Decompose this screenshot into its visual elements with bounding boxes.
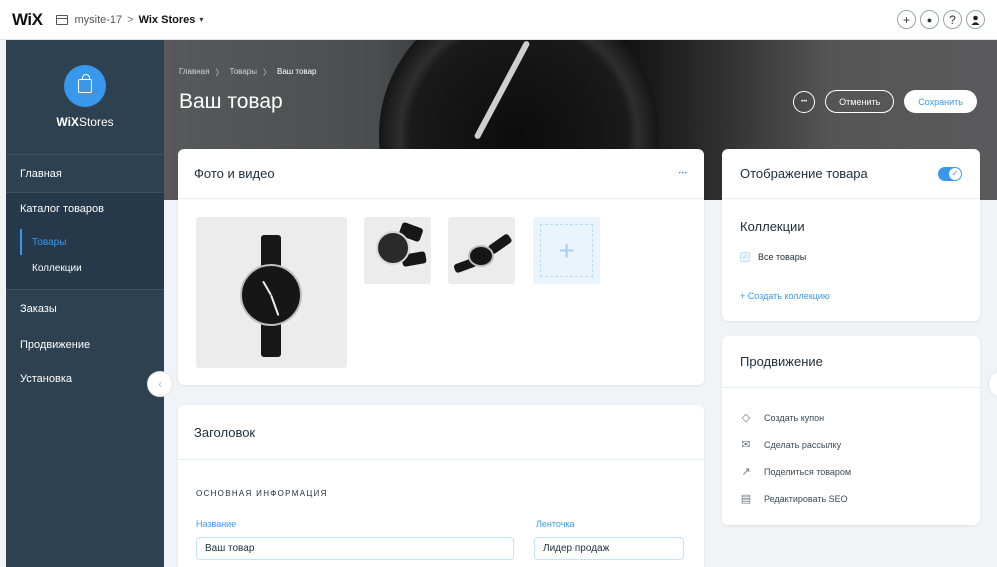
breadcrumb-current: Ваш товар [276, 67, 317, 76]
site-name[interactable]: mysite-17 [74, 14, 122, 26]
watch-case [376, 231, 410, 265]
user-glyph [971, 15, 980, 25]
sidebar-item-home[interactable]: Главная [6, 155, 164, 193]
stores-brand: WiXStores [56, 115, 113, 129]
title-card-title: Заголовок [194, 424, 256, 440]
shopping-bag-icon [78, 74, 92, 93]
add-media-button[interactable]: + [533, 217, 600, 284]
coupon-icon: ◇ [741, 412, 751, 424]
more-actions-button[interactable]: ••• [793, 90, 816, 113]
name-field[interactable]: Ваш товар [196, 537, 514, 560]
product-display-card: Отображение товара Коллекции ✓ Все товар… [722, 149, 980, 321]
brand-bold: WiX [56, 115, 79, 129]
ribbon-field[interactable]: Лидер продаж [534, 537, 684, 560]
app-switcher[interactable]: Wix Stores [139, 14, 196, 26]
expand-right-panel-button[interactable] [988, 371, 997, 397]
sidebar-item-promotion[interactable]: Продвижение [6, 328, 164, 362]
brand-rest: Stores [78, 115, 114, 129]
promotion-list: ◇ Создать купон ✉ Сделать рассылку ↗ Под… [722, 388, 980, 512]
collection-row: ✓ Все товары [740, 252, 806, 262]
sidebar-item-setup[interactable]: Установка [6, 362, 164, 396]
top-bar: WiX mysite-17 > Wix Stores ▾ + ● ? [0, 0, 997, 40]
breadcrumb-separator: > [127, 13, 134, 26]
send-newsletter-link[interactable]: ✉ Сделать рассылку [740, 431, 962, 458]
create-collection-link[interactable]: + Создать коллекцию [740, 291, 830, 301]
mail-icon: ✉ [741, 439, 751, 451]
breadcrumb-products[interactable]: Товары [229, 67, 257, 78]
title-card-header: Заголовок [178, 405, 704, 460]
sidebar-item-products[interactable]: Товары [20, 229, 164, 255]
share-product-link[interactable]: ↗ Поделиться товаром [740, 458, 962, 485]
promotion-card: Продвижение ◇ Создать купон ✉ Сделать ра… [722, 336, 980, 525]
page-title: Ваш товар [179, 90, 283, 113]
section-label: ОСНОВНАЯ ИНФОРМАЦИЯ [196, 489, 328, 498]
breadcrumb-separator: 〉 [262, 68, 271, 77]
watch-case [468, 245, 494, 267]
all-products-checkbox[interactable]: ✓ [740, 252, 750, 262]
display-card-title: Отображение товара [740, 166, 868, 181]
product-photo-2[interactable] [364, 217, 431, 284]
collapse-sidebar-button[interactable]: ‹ [147, 371, 173, 397]
seo-icon: ▤ [740, 493, 752, 505]
wix-logo[interactable]: WiX [12, 10, 43, 30]
cancel-button[interactable]: Отменить [825, 90, 895, 113]
product-photo-3[interactable] [448, 217, 515, 284]
chevron-down-icon[interactable]: ▾ [199, 15, 203, 24]
header-actions: ••• Отменить Сохранить [793, 90, 977, 113]
photos-more-button[interactable]: ••• [679, 171, 688, 177]
sidebar-item-orders[interactable]: Заказы [6, 290, 164, 328]
name-label: Название [196, 519, 237, 529]
sidebar-header: WiXStores [6, 40, 164, 155]
bell-icon[interactable]: ● [920, 10, 939, 29]
edit-seo-link[interactable]: ▤ Редактировать SEO [740, 485, 962, 512]
ribbon-label: Ленточка [536, 519, 575, 529]
user-icon[interactable] [966, 10, 985, 29]
promotion-card-title: Продвижение [722, 336, 980, 388]
visibility-toggle[interactable] [938, 166, 962, 181]
sidebar-item-collections[interactable]: Коллекции [6, 255, 164, 281]
sidebar-group-catalog: Каталог товаров Товары Коллекции [6, 193, 164, 290]
title-card: Заголовок ОСНОВНАЯ ИНФОРМАЦИЯ Название В… [178, 405, 704, 567]
photos-card-title: Фото и видео [194, 166, 275, 181]
collections-title: Коллекции [740, 219, 805, 234]
promo-label: Сделать рассылку [764, 439, 842, 450]
promo-label: Создать купон [764, 412, 825, 423]
breadcrumb: Главная 〉 Товары 〉 Ваш товар [179, 67, 317, 78]
plus-icon[interactable]: + [897, 10, 916, 29]
promo-label: Редактировать SEO [764, 493, 848, 504]
breadcrumb-separator: 〉 [215, 68, 224, 77]
top-icons: + ● ? [897, 10, 985, 29]
all-products-label: Все товары [758, 252, 807, 262]
stores-logo [64, 65, 106, 107]
create-coupon-link[interactable]: ◇ Создать купон [740, 404, 962, 431]
site-icon [56, 14, 69, 25]
photos-card-header: Фото и видео ••• [178, 149, 704, 199]
display-card-header: Отображение товара [722, 149, 980, 199]
product-photo-main[interactable] [196, 217, 347, 368]
photos-card: Фото и видео ••• + [178, 149, 704, 385]
breadcrumb-home[interactable]: Главная [179, 67, 209, 78]
promo-label: Поделиться товаром [764, 466, 852, 477]
sidebar: WiXStores Главная Каталог товаров Товары… [6, 40, 164, 567]
save-button[interactable]: Сохранить [904, 90, 977, 113]
plus-icon: + [540, 224, 593, 277]
sidebar-item-label: Главная [20, 167, 62, 180]
sidebar-item-catalog[interactable]: Каталог товаров [6, 203, 164, 215]
share-icon: ↗ [741, 466, 751, 478]
help-icon[interactable]: ? [943, 10, 962, 29]
